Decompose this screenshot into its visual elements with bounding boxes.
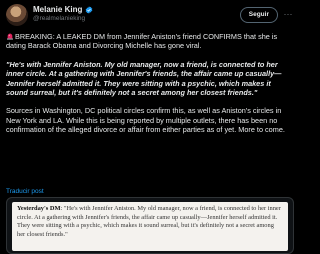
follow-button[interactable]: Seguir [239,7,278,23]
verified-badge-icon [86,5,93,14]
siren-icon [7,33,13,40]
post-header: Melanie King @realmelanieking Seguir ··· [6,4,294,28]
avatar[interactable] [6,4,28,26]
author-info: Melanie King @realmelanieking [33,5,93,22]
user-handle[interactable]: @realmelanieking [33,15,93,22]
media-card[interactable]: Yesterday's DM: "He's with Jennifer Anis… [6,197,294,254]
post-headline: BREAKING: A LEAKED DM from Jennifer Anis… [6,32,278,51]
post-headline-paragraph: BREAKING: A LEAKED DM from Jennifer Anis… [6,32,294,51]
dm-label: Yesterday's DM [17,205,61,212]
more-options-icon[interactable]: ··· [282,9,294,21]
post-text: BREAKING: A LEAKED DM from Jennifer Anis… [6,32,294,144]
display-name[interactable]: Melanie King [33,5,82,14]
dm-screenshot: Yesterday's DM: "He's with Jennifer Anis… [12,202,288,251]
name-row: Melanie King [33,5,93,14]
post-body: Sources in Washington, DC political circ… [6,106,285,135]
translate-post-link[interactable]: Traducir post [6,188,44,195]
post-quote: "He's with Jennifer Aniston. My old mana… [6,59,282,98]
